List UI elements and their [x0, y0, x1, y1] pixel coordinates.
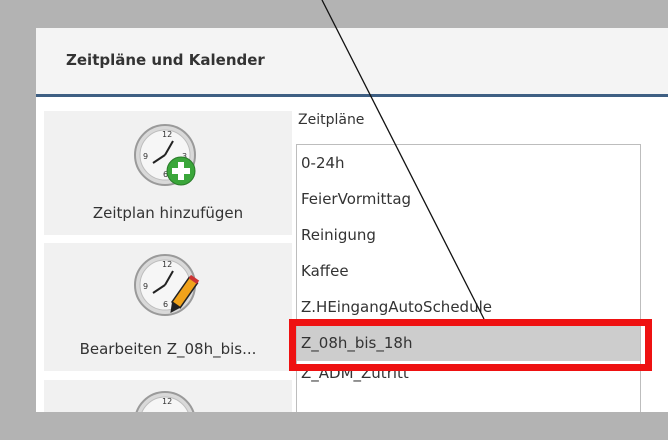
- annotation-arrow: [321, 0, 485, 320]
- highlight-box: [289, 319, 652, 371]
